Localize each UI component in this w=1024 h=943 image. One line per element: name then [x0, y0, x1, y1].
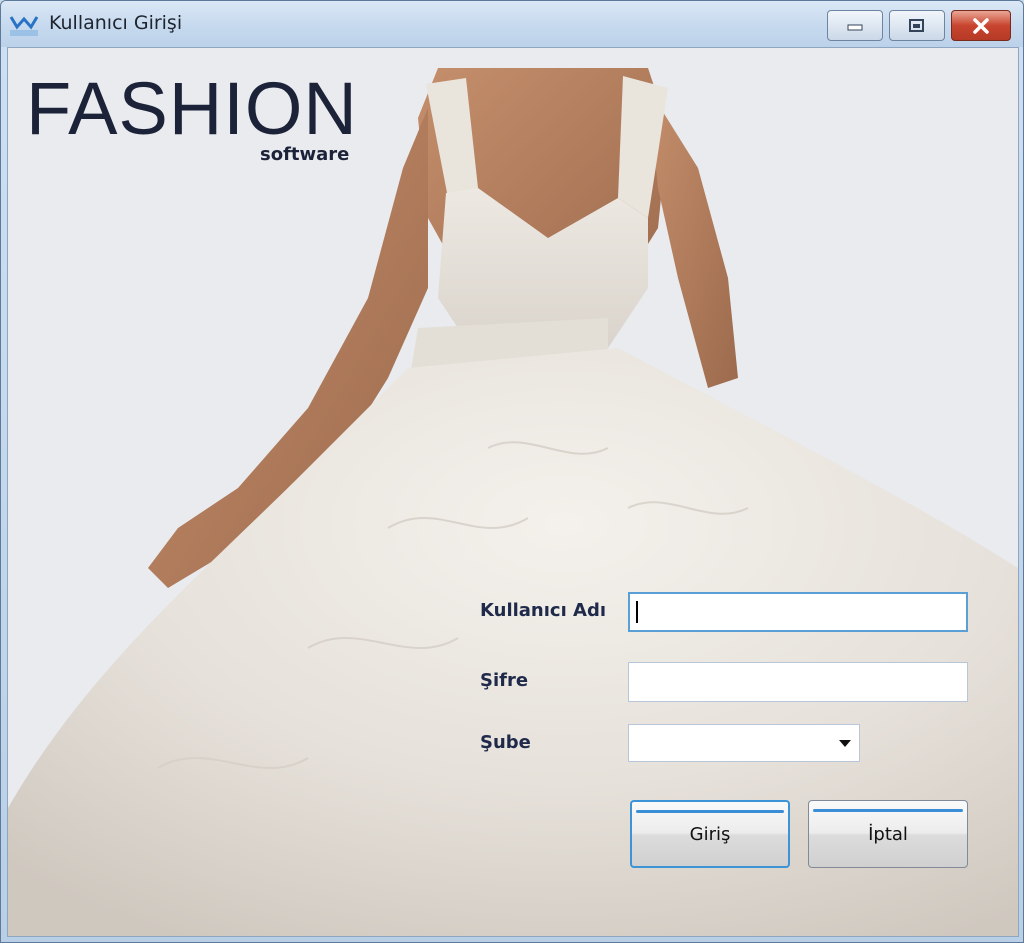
cancel-button-label: İptal — [868, 823, 908, 845]
maximize-icon — [909, 18, 924, 32]
chevron-down-icon[interactable] — [839, 740, 851, 747]
password-input[interactable] — [628, 662, 968, 702]
cancel-button[interactable]: İptal — [808, 800, 968, 868]
username-input[interactable] — [628, 592, 968, 632]
username-label: Kullanıcı Adı — [480, 600, 607, 621]
branch-label: Şube — [480, 732, 531, 753]
brand-subtitle: software — [260, 144, 350, 165]
title-bar[interactable]: Kullanıcı Girişi — [1, 1, 1023, 47]
password-label: Şifre — [480, 670, 529, 691]
brand-title: FASHION — [26, 67, 358, 150]
login-window: Kullanıcı Girişi FASHION software Kullan… — [0, 0, 1024, 943]
text-caret — [636, 601, 638, 623]
login-panel: FASHION software Kullanıcı Adı Şifre Şub… — [7, 47, 1019, 937]
button-highlight — [813, 809, 963, 812]
close-icon — [973, 17, 989, 34]
minimize-button[interactable] — [827, 10, 883, 41]
window-title: Kullanıcı Girişi — [49, 12, 183, 34]
maximize-button[interactable] — [889, 10, 945, 41]
vanko-logo-icon — [9, 16, 39, 36]
button-highlight — [636, 810, 784, 813]
close-button[interactable] — [951, 10, 1011, 41]
branch-select[interactable] — [628, 724, 860, 762]
minimize-icon — [847, 24, 863, 30]
login-button-label: Giriş — [689, 823, 731, 845]
login-button[interactable]: Giriş — [630, 800, 790, 868]
